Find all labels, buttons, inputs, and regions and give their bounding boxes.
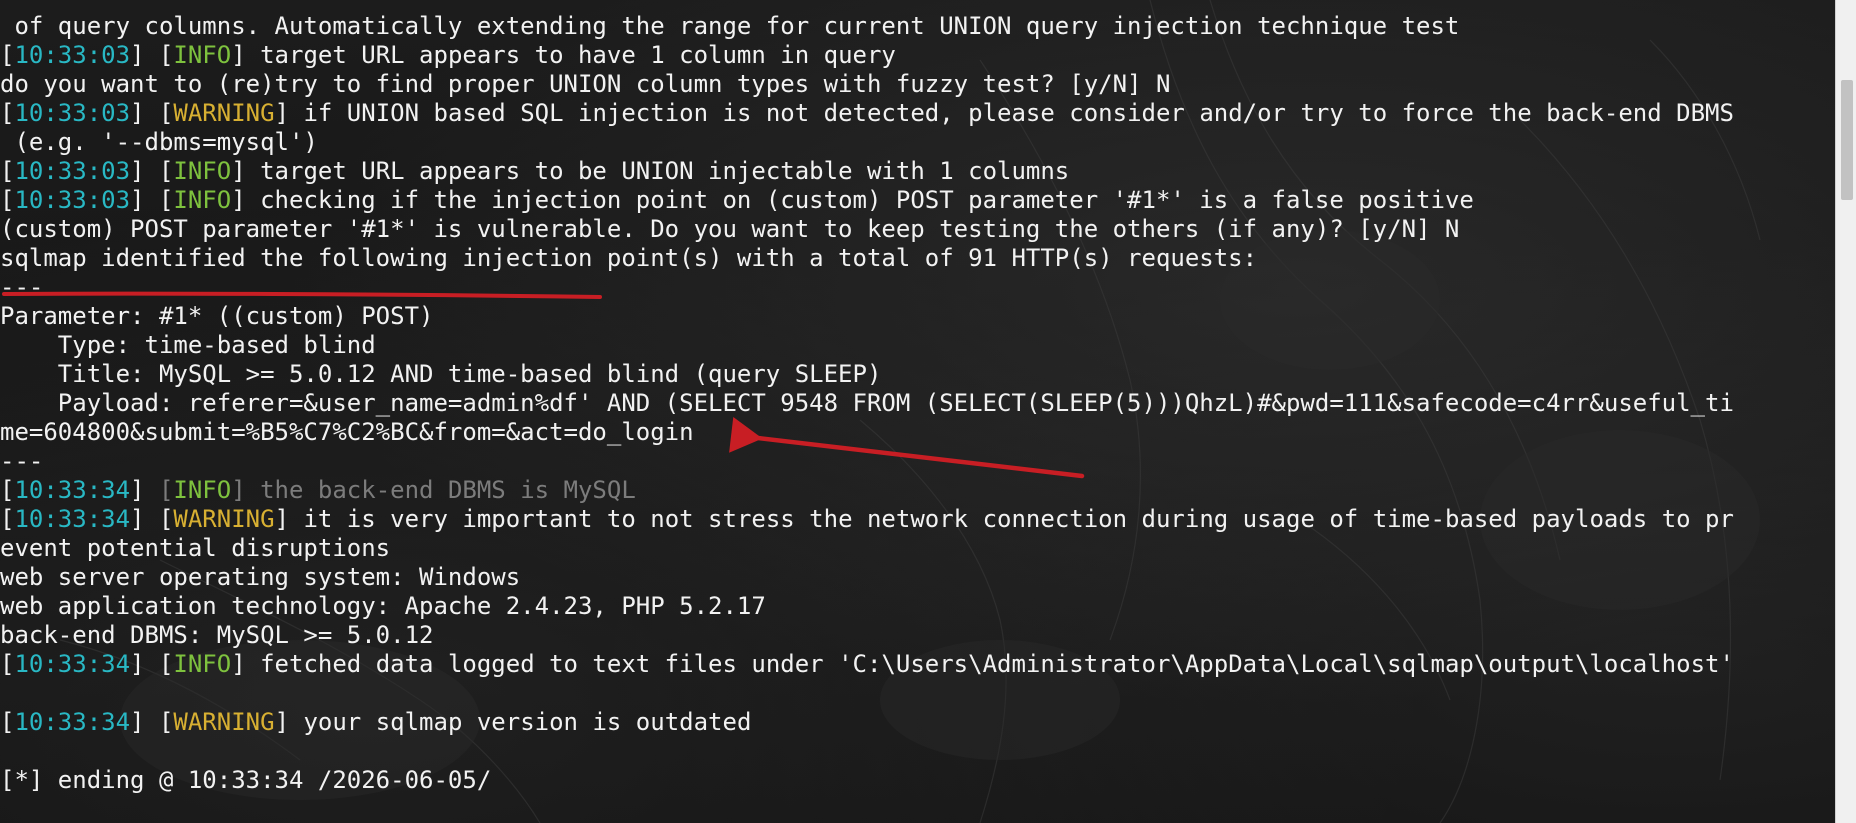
warning-tag: WARNING [173,708,275,736]
terminal-line: [10:33:03] [INFO] checking if the inject… [0,186,1836,215]
text-segment: [ [158,476,174,504]
text-segment: [ [0,157,15,185]
terminal-line: --- [0,273,1836,302]
text-segment: ] [ [130,41,174,69]
terminal-line: [*] ending @ 10:33:34 /2026-06-05/ [0,766,1836,795]
text-segment: ] [ [130,157,174,185]
text-segment: ] the back-end DBMS is MySQL [231,476,636,504]
text-segment: ] target URL appears to have 1 column in… [231,41,896,69]
timestamp: 10:33:34 [14,476,131,504]
text-segment: [ [0,505,15,533]
terminal-line: --- [0,447,1836,476]
timestamp: 10:33:34 [14,650,131,678]
text-segment: web server operating system: Windows [0,563,521,591]
terminal-line: event potential disruptions [0,534,1836,563]
text-segment: ] [ [130,99,174,127]
scrollbar-thumb[interactable] [1841,80,1853,200]
terminal-line: sqlmap identified the following injectio… [0,244,1836,273]
text-segment: ] target URL appears to be UNION injecta… [231,157,1070,185]
info-tag: INFO [173,650,232,678]
text-segment: do you want to (re)try to find proper UN… [0,70,1171,98]
text-segment: [ [0,650,15,678]
text-segment: ] checking if the injection point on (cu… [231,186,1474,214]
text-segment: [ [0,476,15,504]
text-segment: [*] ending @ 10:33:34 /2026-06-05/ [0,766,492,794]
terminal-line: web application technology: Apache 2.4.2… [0,592,1836,621]
info-tag: INFO [173,186,232,214]
text-segment: ] [ [130,505,174,533]
vertical-scrollbar[interactable] [1835,0,1856,823]
info-tag: INFO [173,476,232,504]
text-segment: ] if UNION based SQL injection is not de… [274,99,1734,127]
terminal-line: back-end DBMS: MySQL >= 5.0.12 [0,621,1836,650]
terminal-line: [10:33:34] [INFO] the back-end DBMS is M… [0,476,1836,505]
text-segment: back-end DBMS: MySQL >= 5.0.12 [0,621,434,649]
text-segment: ] [ [130,708,174,736]
timestamp: 10:33:03 [14,99,131,127]
text-segment: ] [ [130,186,174,214]
text-segment: sqlmap identified the following injectio… [0,244,1258,272]
text-segment: Title: MySQL >= 5.0.12 AND time-based bl… [0,360,882,388]
text-segment: --- [0,273,44,301]
terminal-line: [10:33:34] [INFO] fetched data logged to… [0,650,1836,679]
terminal-line: me=604800&submit=%B5%C7%C2%BC&from=&act=… [0,418,1836,447]
text-segment: web application technology: Apache 2.4.2… [0,592,766,620]
text-segment: Parameter: #1* ((custom) POST) [0,302,434,330]
timestamp: 10:33:03 [14,41,131,69]
text-segment: [ [0,186,15,214]
text-segment: ] [ [130,650,174,678]
text-segment: --- [0,447,44,475]
terminal-line: Type: time-based blind [0,331,1836,360]
terminal-line: (e.g. '--dbms=mysql') [0,128,1836,157]
text-segment: of query columns. Automatically extendin… [0,12,1460,40]
terminal-line: [10:33:03] [WARNING] if UNION based SQL … [0,99,1836,128]
terminal-line: (custom) POST parameter '#1*' is vulnera… [0,215,1836,244]
text-segment: [ [0,99,15,127]
timestamp: 10:33:03 [14,157,131,185]
info-tag: INFO [173,157,232,185]
warning-tag: WARNING [173,505,275,533]
timestamp: 10:33:03 [14,186,131,214]
terminal-line: do you want to (re)try to find proper UN… [0,70,1836,99]
text-segment: (custom) POST parameter '#1*' is vulnera… [0,215,1460,243]
terminal-line: [10:33:34] [WARNING] it is very importan… [0,505,1836,534]
terminal-line: [10:33:34] [WARNING] your sqlmap version… [0,708,1836,737]
terminal-line: of query columns. Automatically extendin… [0,12,1836,41]
terminal-line: Parameter: #1* ((custom) POST) [0,302,1836,331]
terminal-line: [10:33:03] [INFO] target URL appears to … [0,41,1836,70]
terminal-line: Title: MySQL >= 5.0.12 AND time-based bl… [0,360,1836,389]
text-segment: ] it is very important to not stress the… [274,505,1734,533]
text-segment: ] your sqlmap version is outdated [274,708,752,736]
warning-tag: WARNING [173,99,275,127]
timestamp: 10:33:34 [14,505,131,533]
text-segment: me=604800&submit=%B5%C7%C2%BC&from=&act=… [0,418,694,446]
text-segment: (e.g. '--dbms=mysql') [0,128,318,156]
text-segment: [ [0,41,15,69]
terminal-output[interactable]: of query columns. Automatically extendin… [0,0,1836,795]
timestamp: 10:33:34 [14,708,131,736]
text-segment: [ [0,708,15,736]
text-segment: Type: time-based blind [0,331,376,359]
info-tag: INFO [173,41,232,69]
text-segment: ] [130,476,159,504]
terminal-line: [10:33:03] [INFO] target URL appears to … [0,157,1836,186]
terminal-window[interactable]: of query columns. Automatically extendin… [0,0,1856,823]
text-segment: event potential disruptions [0,534,391,562]
text-segment: ] fetched data logged to text files unde… [231,650,1734,678]
terminal-line: web server operating system: Windows [0,563,1836,592]
text-segment: Payload: referer=&user_name=admin%df' AN… [0,389,1734,417]
terminal-line: Payload: referer=&user_name=admin%df' AN… [0,389,1836,418]
